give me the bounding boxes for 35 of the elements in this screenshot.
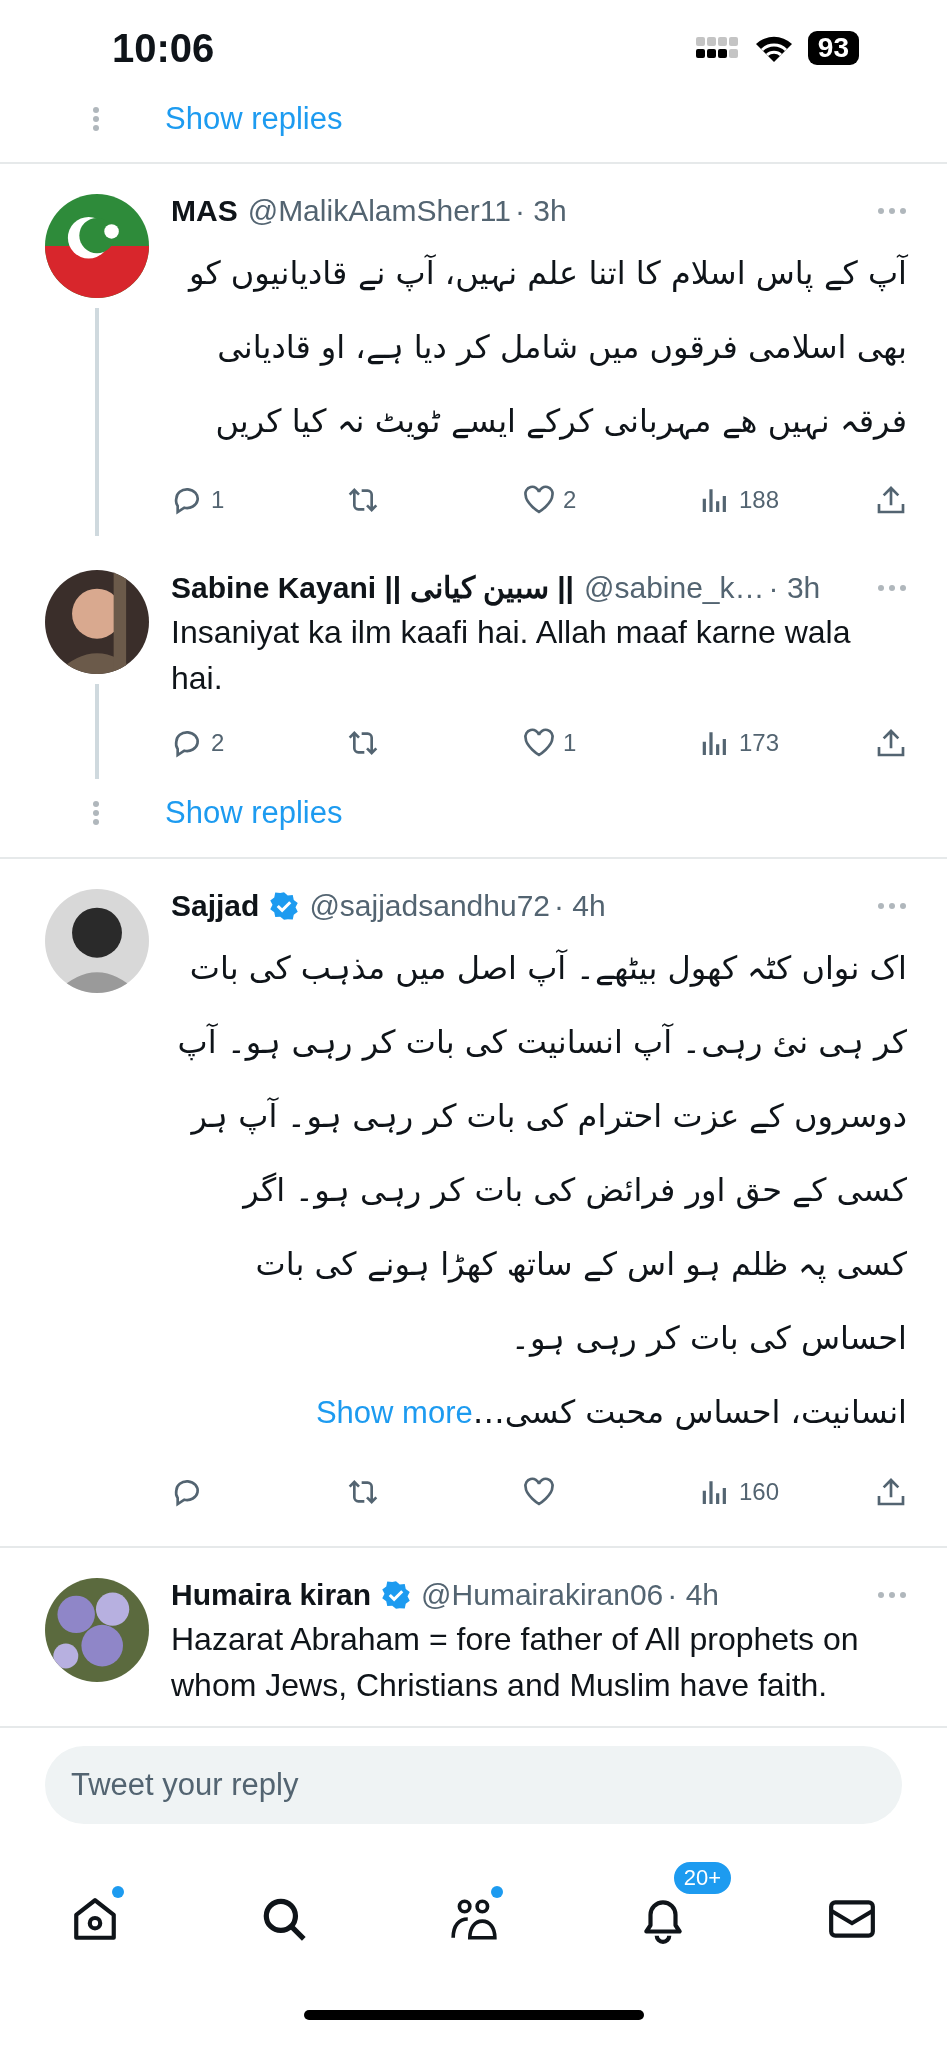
author-handle[interactable]: @Humairakiran06 bbox=[421, 1578, 664, 1612]
tweet-time: · 3h bbox=[768, 571, 821, 605]
tweet-text: Insaniyat ka ilm kaafi hai. Allah maaf karne wala hai. bbox=[171, 613, 852, 698]
vertical-dots-icon bbox=[92, 106, 100, 132]
reply-count: 2 bbox=[211, 729, 225, 757]
view-count: 173 bbox=[739, 729, 780, 757]
author-name[interactable]: Sajjad bbox=[171, 889, 260, 923]
tweet-time: · 4h bbox=[667, 1578, 719, 1612]
share-icon[interactable] bbox=[875, 727, 907, 759]
heart-icon[interactable] bbox=[523, 1476, 555, 1508]
heart-icon[interactable] bbox=[523, 484, 555, 516]
view-count: 188 bbox=[739, 486, 780, 514]
view-count: 160 bbox=[739, 1478, 780, 1506]
share-icon[interactable] bbox=[875, 1476, 907, 1508]
tweet-text: Hazarat Abraham = fore father of All prophets on whom Jews, Christians and Muslim have faith. bbox=[171, 1620, 860, 1705]
signal-icon bbox=[695, 35, 740, 61]
author-name[interactable]: Humaira kiran bbox=[171, 1578, 372, 1612]
heart-icon[interactable] bbox=[523, 727, 555, 759]
tweet-time: · 4h bbox=[554, 889, 606, 923]
author-name[interactable]: Sabine Kayani || سبین کیانی || bbox=[171, 570, 574, 605]
author-handle[interactable]: @sabine_k… bbox=[584, 571, 765, 605]
vertical-dots-icon bbox=[92, 800, 100, 826]
status-time: 10:06 bbox=[112, 25, 215, 71]
like-count: 1 bbox=[563, 729, 577, 757]
tweet-time: · 3h bbox=[515, 194, 567, 228]
author-name[interactable]: MAS bbox=[171, 194, 238, 228]
author-handle[interactable]: @sajjadsandhu72 bbox=[309, 889, 550, 923]
notification-count-badge: 20+ bbox=[671, 1860, 734, 1896]
reply-field[interactable]: Tweet your reply bbox=[45, 1746, 902, 1824]
reply-count: 1 bbox=[211, 486, 225, 514]
like-count: 2 bbox=[563, 486, 577, 514]
author-handle[interactable]: @MalikAlamSher11 bbox=[247, 194, 511, 228]
share-icon[interactable] bbox=[875, 484, 907, 516]
battery-indicator: 93 bbox=[807, 31, 859, 65]
tweet-text: آپ کے پاس اسلام کا اتنا علم نہیں، آپ نے قادیانیوں کو بھی اسلامی فرقوں میں شامل کر دیا ہے، او قادیانی فرقہ نہیں ھے مہربانی کرکے ایسے ٹویٹ نہ کیا کریں bbox=[186, 253, 907, 442]
